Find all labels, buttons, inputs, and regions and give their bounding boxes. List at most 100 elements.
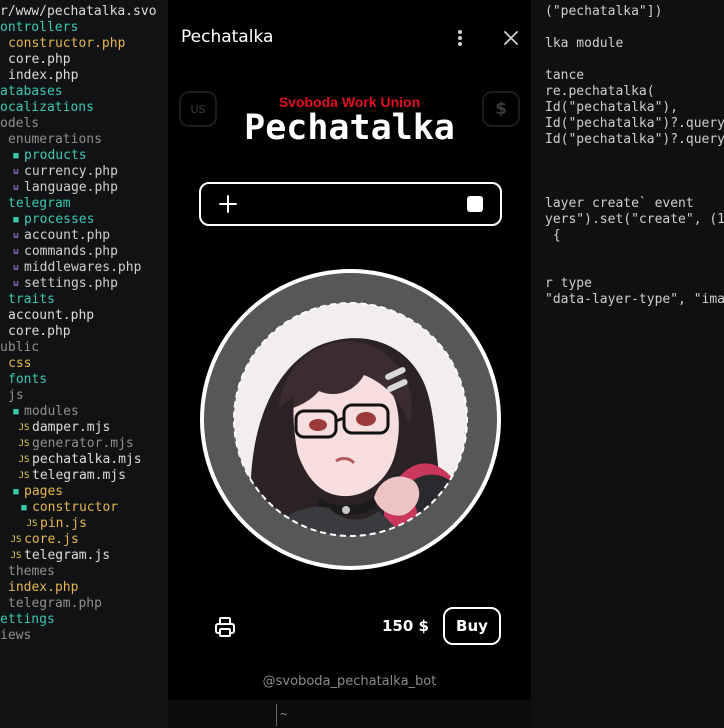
js-file-icon: JS — [18, 471, 30, 481]
file-tree-label: middlewares.php — [24, 260, 142, 275]
plus-icon[interactable] — [219, 195, 237, 213]
file-tree-label: js — [8, 388, 24, 403]
printer-icon[interactable] — [214, 616, 236, 638]
file-tree-item[interactable]: JS generator.mjs — [16, 436, 134, 452]
php-file-icon: ω — [13, 167, 19, 177]
php-file-icon: ω — [13, 183, 19, 193]
code-line: lka module — [545, 36, 624, 51]
file-tree-label: odels — [0, 116, 40, 131]
file-tree-item[interactable]: telegram.php — [8, 596, 102, 612]
file-tree-label: commands.php — [24, 244, 118, 259]
folder-icon: ■ — [13, 487, 19, 497]
file-tree-item[interactable]: index.php — [8, 580, 78, 596]
code-line: re.pechatalka( — [545, 84, 655, 99]
file-tree-item[interactable]: ω settings.php — [8, 276, 118, 292]
file-tree-item[interactable]: iews — [0, 628, 31, 644]
buy-button[interactable]: Buy — [443, 607, 501, 645]
text-input-bar[interactable] — [199, 182, 502, 226]
file-tree-item[interactable]: ■ constructor — [16, 500, 118, 516]
file-tree-item[interactable]: constructor.php — [8, 36, 125, 52]
file-tree-label: index.php — [8, 580, 79, 595]
file-tree-item[interactable]: ω currency.php — [8, 164, 118, 180]
stop-icon[interactable] — [467, 196, 483, 212]
code-line: "data-layer-type", "ima — [545, 292, 724, 307]
file-tree-item[interactable]: js — [8, 388, 24, 404]
file-tree-item[interactable]: index.php — [8, 68, 78, 84]
file-tree-item[interactable]: ω commands.php — [8, 244, 118, 260]
file-tree-label: traits — [8, 292, 55, 307]
file-tree-item[interactable]: ublic — [0, 340, 39, 356]
buy-button-label: Buy — [456, 617, 488, 635]
terminal-prompt: ~ — [280, 707, 288, 721]
file-tree-item[interactable]: JS damper.mjs — [16, 420, 111, 436]
file-tree-item[interactable]: account.php — [8, 308, 94, 324]
file-tree-item[interactable]: ■ products — [8, 148, 87, 164]
file-tree-item[interactable]: ontrollers — [0, 20, 78, 36]
file-tree-item[interactable]: core.php — [8, 52, 71, 68]
file-tree-item[interactable]: ettings — [0, 612, 55, 628]
file-tree-item[interactable]: ω middlewares.php — [8, 260, 141, 276]
folder-icon: ■ — [13, 407, 19, 417]
file-tree-label: index.php — [8, 68, 79, 83]
folder-icon: ■ — [21, 503, 27, 513]
file-tree-item[interactable]: odels — [0, 116, 39, 132]
code-line: { — [545, 228, 561, 243]
php-file-icon: ω — [13, 231, 19, 241]
brand-title: Pechatalka — [244, 108, 455, 148]
file-tree-label: core.php — [8, 52, 71, 67]
price-label: 150 $ — [382, 617, 429, 635]
file-tree-item[interactable]: JS core.js — [8, 532, 79, 548]
file-tree-label: products — [24, 148, 87, 163]
file-tree-item[interactable]: ω account.php — [8, 228, 110, 244]
file-tree-label: language.php — [24, 180, 118, 195]
code-line: Id("pechatalka"), — [545, 100, 679, 115]
file-tree-label: core.js — [24, 532, 79, 547]
file-tree-item[interactable]: fonts — [8, 372, 47, 388]
file-tree-label: enumerations — [8, 132, 102, 147]
js-file-icon: JS — [26, 519, 38, 529]
file-tree-item[interactable]: telegram — [8, 196, 71, 212]
pin-preview[interactable] — [200, 269, 501, 570]
file-tree-item[interactable]: JS telegram.mjs — [16, 468, 126, 484]
code-line: Id("pechatalka")?.query — [545, 132, 724, 147]
file-tree-label: ublic — [0, 340, 40, 355]
file-tree-label: pechatalka.mjs — [32, 452, 142, 467]
code-line: yers").set("create", (1 — [545, 212, 724, 227]
pin-cut-line — [233, 302, 468, 537]
js-file-icon: JS — [18, 455, 30, 465]
php-file-icon: ω — [13, 279, 19, 289]
file-tree-item[interactable]: atabases — [0, 84, 63, 100]
file-tree-item[interactable]: ■ pages — [8, 484, 63, 500]
close-icon[interactable] — [502, 28, 520, 48]
folder-icon: ■ — [13, 151, 19, 161]
js-file-icon: JS — [10, 551, 22, 561]
file-tree-label: fonts — [8, 372, 48, 387]
file-tree-item[interactable]: ■ modules — [8, 404, 79, 420]
file-tree-item[interactable]: JS pechatalka.mjs — [16, 452, 142, 468]
file-tree-item[interactable]: ω language.php — [8, 180, 118, 196]
popup-title: Pechatalka — [181, 27, 274, 47]
file-tree-item[interactable]: themes — [8, 564, 55, 580]
more-vertical-icon[interactable] — [452, 28, 468, 48]
file-tree-label: constructor.php — [8, 36, 126, 51]
file-tree-label: iews — [0, 628, 32, 643]
file-tree-item[interactable]: css — [8, 356, 31, 372]
code-line: ("pechatalka"]) — [545, 4, 663, 19]
file-tree-item[interactable]: core.php — [8, 324, 71, 340]
file-tree-item[interactable]: ■ processes — [8, 212, 94, 228]
js-file-icon: JS — [10, 535, 22, 545]
terminal[interactable]: ~ — [168, 700, 531, 728]
file-tree-item[interactable]: JS telegram.js — [8, 548, 111, 564]
file-tree-label: core.php — [8, 324, 71, 339]
file-explorer: r/www/pechatalka.svo ontrollers constructo… — [0, 0, 168, 728]
file-tree-label: generator.mjs — [32, 436, 134, 451]
file-tree-item[interactable]: traits — [8, 292, 55, 308]
file-tree-item[interactable]: enumerations — [8, 132, 102, 148]
code-editor: ("pechatalka"]) lka module tance re.pechata… — [531, 0, 724, 728]
file-tree-item[interactable]: JS pin.js — [24, 516, 87, 532]
file-tree-item[interactable]: ocalizations — [0, 100, 94, 116]
file-tree-label: account.php — [24, 228, 111, 243]
bot-username: @svoboda_pechatalka_bot — [262, 674, 437, 689]
php-file-icon: ω — [13, 247, 19, 257]
file-tree-label: ocalizations — [0, 100, 94, 115]
